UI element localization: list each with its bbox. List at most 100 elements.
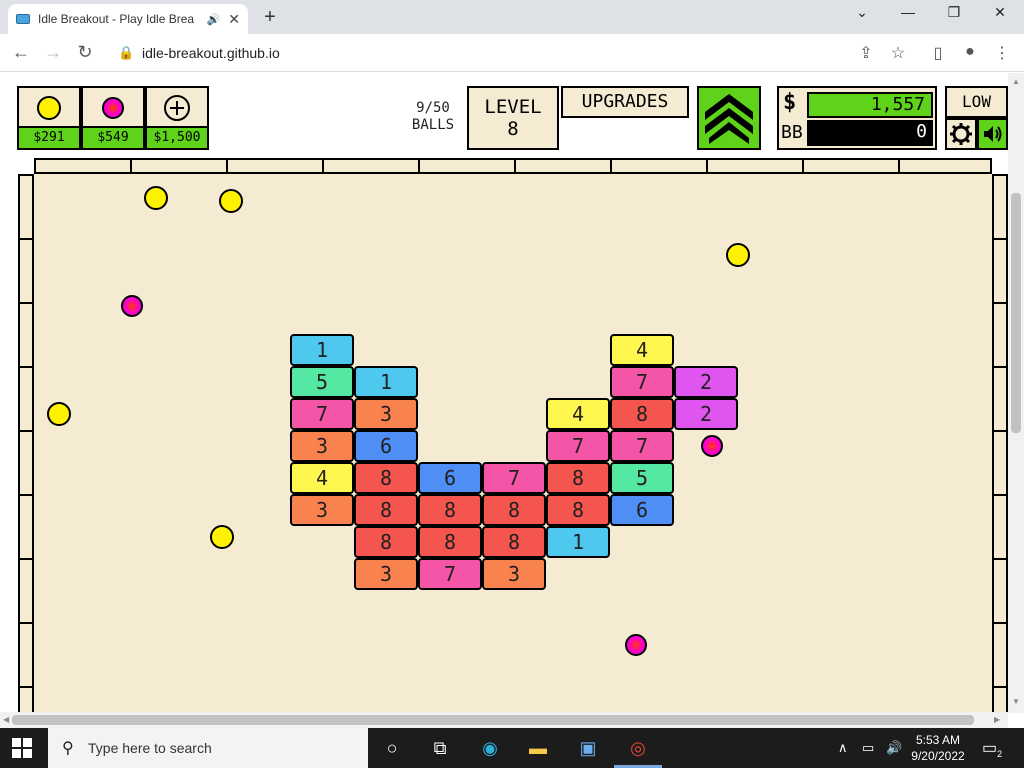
dollar-icon: $ <box>783 90 797 115</box>
audio-icon[interactable]: 🔊 <box>207 13 221 26</box>
side-panel-icon[interactable]: ▯ <box>928 43 948 63</box>
level-number: 8 <box>507 118 519 140</box>
yellow-ball-price: $291 <box>19 126 79 148</box>
maximize-button[interactable]: ❐ <box>944 4 964 21</box>
task-view-icon[interactable]: ⧉ <box>428 736 452 760</box>
brick[interactable]: 8 <box>482 494 546 526</box>
bb-value: 0 <box>807 120 933 146</box>
volume-icon[interactable]: 🔊 <box>886 740 902 756</box>
store-icon[interactable]: ▣ <box>576 736 600 760</box>
pink-ball-price: $549 <box>83 126 143 148</box>
brick[interactable]: 8 <box>354 494 418 526</box>
tray-chevron-icon[interactable]: ∧ <box>838 740 848 756</box>
close-tab-icon[interactable]: ✕ <box>228 11 240 28</box>
brick[interactable]: 1 <box>290 334 354 366</box>
file-explorer-icon[interactable]: ▬ <box>526 736 550 760</box>
brick[interactable]: 7 <box>610 430 674 462</box>
share-icon[interactable]: ⇪ <box>856 43 876 63</box>
tab-title: Idle Breakout - Play Idle Brea <box>38 12 195 26</box>
quality-toggle-button[interactable]: LOW <box>945 86 1008 118</box>
brick[interactable]: 8 <box>354 526 418 558</box>
pink-ball <box>625 634 647 656</box>
brick[interactable]: 8 <box>418 526 482 558</box>
reload-icon[interactable]: ↻ <box>74 42 96 63</box>
chrome-icon[interactable]: ◎ <box>626 736 650 760</box>
lock-icon[interactable]: 🔒 <box>118 45 134 61</box>
bookmark-star-icon[interactable]: ☆ <box>888 43 908 63</box>
tab-strip: Idle Breakout - Play Idle Brea 🔊 ✕ + ⌄ —… <box>0 0 1024 34</box>
search-icon: ⚲ <box>62 740 74 757</box>
settings-button[interactable] <box>945 118 977 150</box>
brick[interactable]: 2 <box>674 398 738 430</box>
forward-icon[interactable]: → <box>42 42 64 63</box>
brick[interactable]: 3 <box>482 558 546 590</box>
brick[interactable]: 5 <box>290 366 354 398</box>
tab-search-icon[interactable]: ⌄ <box>852 4 872 21</box>
yellow-ball-icon <box>37 96 61 120</box>
buy-pink-ball-button[interactable]: $549 <box>81 86 145 150</box>
horizontal-scroll-thumb[interactable] <box>12 715 974 725</box>
bb-label: BB <box>781 122 803 143</box>
yellow-ball <box>210 525 234 549</box>
notification-icon[interactable]: ▭2 <box>982 738 1002 759</box>
clock-time: 5:53 AM <box>915 733 961 747</box>
vertical-scrollbar[interactable]: ▲ ▼ <box>1008 73 1024 713</box>
brick[interactable]: 8 <box>546 494 610 526</box>
balls-counter: 9/50 BALLS <box>406 100 460 134</box>
upgrades-button[interactable]: UPGRADES <box>561 86 689 118</box>
brick[interactable]: 8 <box>610 398 674 430</box>
brick[interactable]: 8 <box>354 462 418 494</box>
edge-icon[interactable]: ◉ <box>478 736 502 760</box>
horizontal-scrollbar[interactable]: ◀ ▶ <box>0 712 1008 728</box>
brick[interactable]: 3 <box>290 430 354 462</box>
top-wall <box>34 158 992 174</box>
buy-add-ball-button[interactable]: $1,500 <box>145 86 209 150</box>
balls-count-value: 9/50 <box>416 100 450 116</box>
url-text[interactable]: idle-breakout.github.io <box>142 45 280 61</box>
prestige-button[interactable] <box>697 86 761 150</box>
brick[interactable]: 4 <box>290 462 354 494</box>
brick[interactable]: 7 <box>418 558 482 590</box>
vertical-scroll-thumb[interactable] <box>1011 193 1021 433</box>
brick[interactable]: 7 <box>610 366 674 398</box>
brick[interactable]: 5 <box>610 462 674 494</box>
network-icon[interactable]: ▭ <box>862 740 874 756</box>
address-bar[interactable]: 🔒 idle-breakout.github.io <box>108 38 1024 68</box>
brick[interactable]: 2 <box>674 366 738 398</box>
menu-icon[interactable]: ⋮ <box>992 43 1012 63</box>
close-window-button[interactable]: ✕ <box>990 4 1010 21</box>
brick[interactable]: 7 <box>290 398 354 430</box>
profile-icon[interactable]: ● <box>960 43 980 61</box>
brick[interactable]: 1 <box>354 366 418 398</box>
brick[interactable]: 3 <box>354 558 418 590</box>
brick[interactable]: 8 <box>418 494 482 526</box>
browser-tab[interactable]: Idle Breakout - Play Idle Brea 🔊 ✕ <box>8 4 248 34</box>
taskbar: ⚲ Type here to search ○ ⧉ ◉ ▬ ▣ ◎ ∧ ▭ 🔊 … <box>0 728 1024 768</box>
cortana-icon[interactable]: ○ <box>380 736 404 760</box>
brick[interactable]: 4 <box>546 398 610 430</box>
brick[interactable]: 4 <box>610 334 674 366</box>
play-field[interactable]: 1451727348236774867853888868881373 <box>32 174 994 713</box>
level-label: LEVEL <box>484 96 542 118</box>
buy-yellow-ball-button[interactable]: $291 <box>17 86 81 150</box>
add-ball-price: $1,500 <box>147 126 207 148</box>
brick[interactable]: 3 <box>354 398 418 430</box>
brick[interactable]: 1 <box>546 526 610 558</box>
back-icon[interactable]: ← <box>10 42 32 63</box>
taskbar-clock[interactable]: 5:53 AM 9/20/2022 <box>908 732 968 764</box>
money-value: 1,557 <box>807 92 933 118</box>
brick[interactable]: 8 <box>546 462 610 494</box>
sound-button[interactable] <box>977 118 1008 150</box>
brick[interactable]: 7 <box>546 430 610 462</box>
brick[interactable]: 3 <box>290 494 354 526</box>
windows-start-icon[interactable] <box>12 738 32 758</box>
brick[interactable]: 8 <box>482 526 546 558</box>
brick[interactable]: 7 <box>482 462 546 494</box>
brick[interactable]: 6 <box>610 494 674 526</box>
taskbar-search[interactable]: ⚲ Type here to search <box>48 728 368 768</box>
brick[interactable]: 6 <box>418 462 482 494</box>
new-tab-button[interactable]: + <box>260 6 280 29</box>
level-display: LEVEL 8 <box>467 86 559 150</box>
brick[interactable]: 6 <box>354 430 418 462</box>
minimize-button[interactable]: — <box>898 4 918 20</box>
